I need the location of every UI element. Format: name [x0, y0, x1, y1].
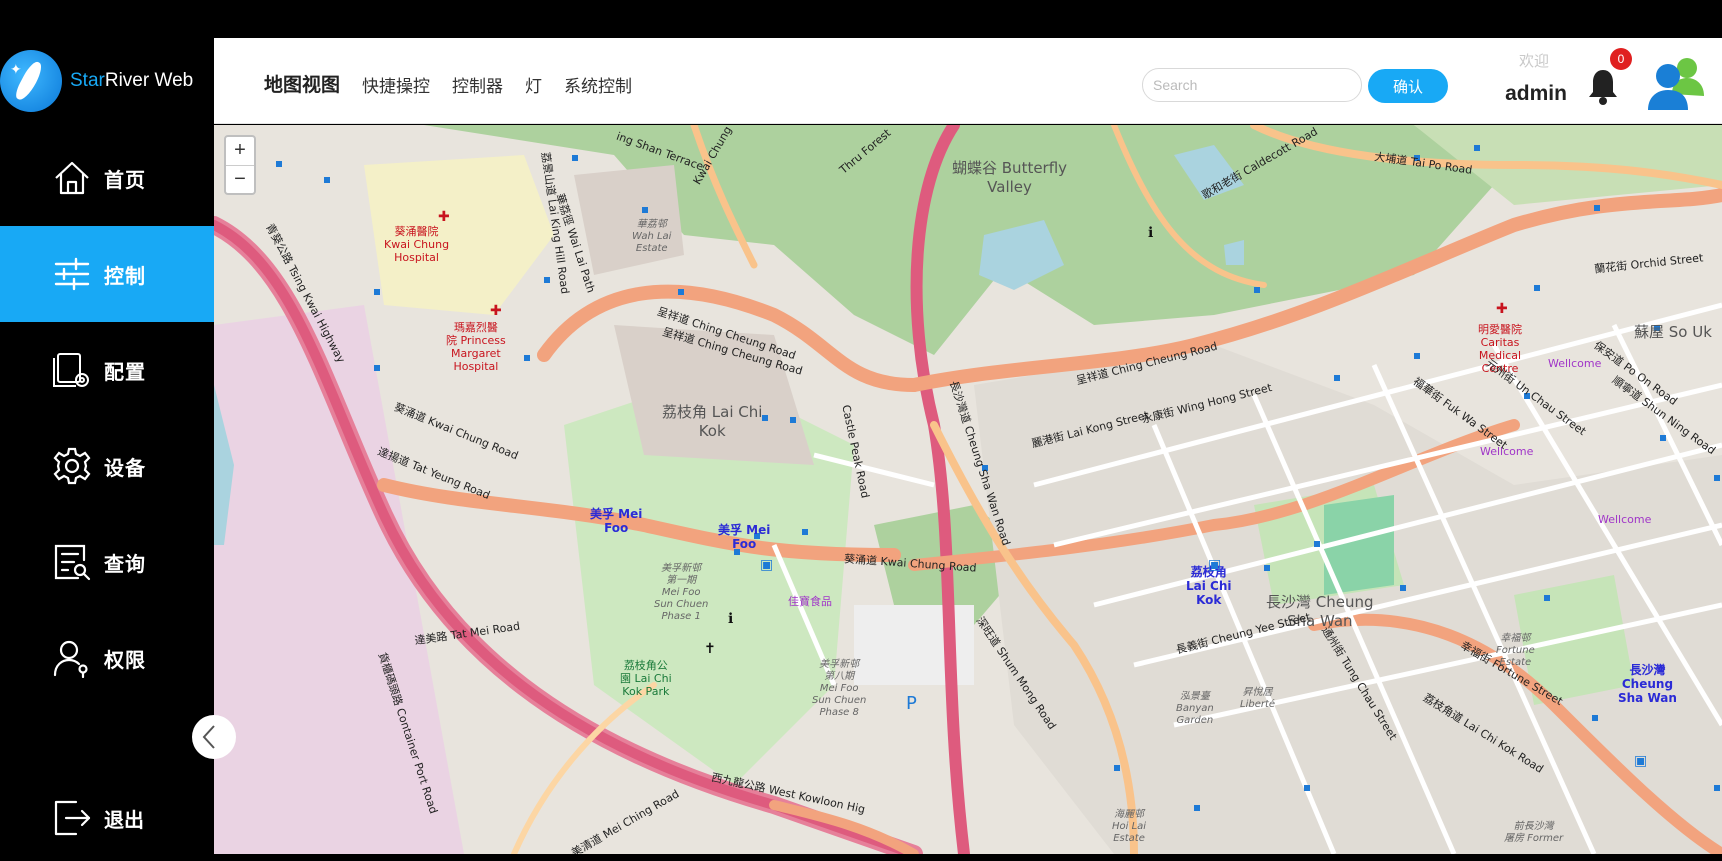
- window-bottom-bar: [0, 854, 1722, 861]
- menu-quick-control[interactable]: 快捷操控: [362, 72, 430, 97]
- map-label-jiabao: 佳寶食品: [788, 595, 832, 608]
- bell-icon[interactable]: [1586, 66, 1620, 106]
- brand-logo[interactable]: ✦ StarRiver Web: [0, 46, 214, 116]
- logout-button[interactable]: 退出: [0, 786, 214, 850]
- config-icon: [53, 353, 89, 387]
- map-label-wellcome-1: Wellcome: [1548, 357, 1602, 370]
- sliders-icon: [54, 257, 90, 291]
- sidebar-item-label: 设备: [104, 455, 146, 480]
- logout-label: 退出: [104, 807, 144, 832]
- hospital-icon[interactable]: ✚: [1496, 301, 1508, 317]
- window-top-bar: [0, 0, 1722, 38]
- home-icon: [55, 161, 89, 195]
- chevron-left-icon: [202, 725, 215, 749]
- avatar[interactable]: [1646, 54, 1708, 112]
- map-label-wellcome-3: Wellcome: [1598, 513, 1652, 526]
- sidebar-item-permission[interactable]: 权限: [0, 610, 214, 706]
- user-permission-icon: [53, 640, 88, 678]
- top-menu: 地图视图 快捷操控 控制器 灯 系统控制: [264, 72, 632, 97]
- map-label-mei-foo-2: 美孚 Mei Foo: [718, 523, 771, 551]
- map-label-princess-margaret: 瑪嘉烈醫 院 Princess Margaret Hospital: [446, 321, 506, 373]
- hospital-icon[interactable]: ✚: [490, 303, 502, 319]
- map-label-so-uk: 蘇屋 So Uk: [1634, 323, 1712, 341]
- sidebar-item-device[interactable]: 设备: [0, 418, 214, 514]
- zoom-out-button[interactable]: −: [226, 165, 254, 193]
- username: admin: [1505, 82, 1567, 105]
- hospital-icon[interactable]: ✚: [438, 209, 450, 225]
- map-label-former-slaughterhouse: 前長沙灣 屠房 Former: [1504, 821, 1564, 844]
- map-label-liberte: 昇悅居 Liberté: [1240, 687, 1276, 710]
- sidebar-item-label: 首页: [104, 167, 146, 192]
- bus-icon[interactable]: ▣: [1208, 557, 1221, 573]
- confirm-button[interactable]: 确认: [1368, 69, 1448, 103]
- map-view[interactable]: + − 蝴蝶谷 Butterfly Valley 荔枝角 Lai Chi Kok…: [214, 125, 1722, 854]
- query-icon: [54, 544, 91, 581]
- sidebar-item-label: 控制: [104, 263, 146, 288]
- sidebar-item-home[interactable]: 首页: [0, 130, 214, 226]
- menu-controller[interactable]: 控制器: [452, 72, 503, 97]
- map-label-lai-chi-kok: 荔枝角 Lai Chi Kok: [662, 403, 763, 440]
- top-header: 地图视图 快捷操控 控制器 灯 系统控制 确认 欢迎 admin 0: [214, 38, 1722, 124]
- info-icon[interactable]: ℹ: [728, 611, 733, 627]
- welcome-text: 欢迎: [1518, 52, 1549, 70]
- zoom-control: + −: [224, 135, 256, 195]
- sidebar-collapse-button[interactable]: [192, 715, 236, 759]
- map-label-butterfly-valley: 蝴蝶谷 Butterfly Valley: [952, 159, 1068, 196]
- menu-lamp[interactable]: 灯: [525, 72, 542, 97]
- map-label-cheung-sha-wan-station: 長沙灣 Cheung Sha Wan: [1618, 663, 1677, 705]
- map-label-wah-lai-estate: 華荔邨 Wah Lai Estate: [632, 219, 672, 254]
- map-label-mei-foo-phase1: 美孚新邨 第一期 Mei Foo Sun Chuen Phase 1: [654, 563, 709, 622]
- sidebar: ✦ StarRiver Web 首页 控制 配置 设备 查询 权限 退出: [0, 38, 214, 854]
- notification-badge: 0: [1610, 48, 1632, 70]
- gear-icon: [53, 447, 91, 485]
- church-icon[interactable]: ✝: [704, 641, 716, 657]
- brand-name: StarRiver Web: [70, 70, 194, 91]
- map-label-hoi-lai-estate: 海麗邨 Hoi Lai Estate: [1112, 809, 1147, 844]
- map-label-mei-foo-phase8: 美孚新邨 第八期 Mei Foo Sun Chuen Phase 8: [812, 659, 867, 718]
- sidebar-item-label: 权限: [104, 647, 146, 672]
- menu-map-view[interactable]: 地图视图: [264, 70, 340, 97]
- sidebar-nav: 首页 控制 配置 设备 查询 权限: [0, 130, 214, 706]
- map-label-wellcome-2: Wellcome: [1480, 445, 1534, 458]
- menu-system-control[interactable]: 系统控制: [564, 72, 632, 97]
- sidebar-item-query[interactable]: 查询: [0, 514, 214, 610]
- map-label-kwai-chung-hospital: 葵涌醫院 Kwai Chung Hospital: [384, 225, 450, 264]
- bus-icon[interactable]: ▣: [760, 557, 773, 573]
- search-input[interactable]: [1142, 68, 1362, 102]
- sidebar-item-control[interactable]: 控制: [0, 226, 214, 322]
- zoom-in-button[interactable]: +: [226, 137, 254, 165]
- starriver-logo-icon: ✦: [0, 50, 62, 112]
- map-label-mei-foo-1: 美孚 Mei Foo: [590, 507, 643, 535]
- sidebar-item-config[interactable]: 配置: [0, 322, 214, 418]
- app-root: ✦ StarRiver Web 首页 控制 配置 设备 查询 权限 退出 地图视…: [0, 0, 1722, 861]
- map-label-lai-chi-kok-park: 荔枝角公 園 Lai Chi Kok Park: [620, 659, 672, 698]
- sidebar-item-label: 配置: [104, 359, 146, 384]
- info-icon[interactable]: ℹ: [1148, 225, 1153, 241]
- logout-icon: [54, 800, 91, 836]
- parking-icon[interactable]: P: [906, 693, 917, 714]
- map-label-banyan-garden: 泓景臺 Banyan Garden: [1176, 691, 1214, 726]
- bus-icon[interactable]: ▣: [1634, 753, 1647, 769]
- sidebar-item-label: 查询: [104, 551, 146, 576]
